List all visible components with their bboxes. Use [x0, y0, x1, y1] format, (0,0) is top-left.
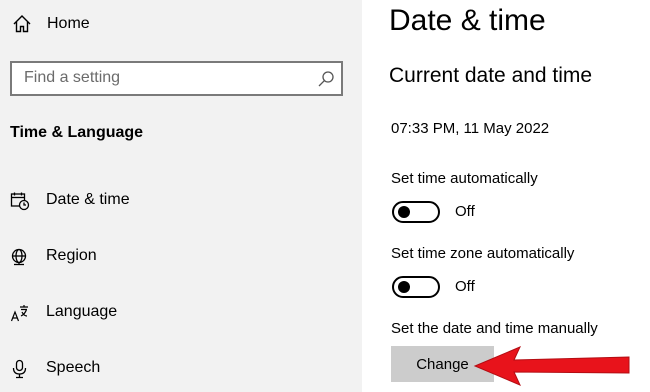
- date-time-icon: [10, 191, 30, 211]
- set-time-zone-automatically-label: Set time zone automatically: [391, 245, 575, 262]
- language-icon: [10, 303, 30, 323]
- set-time-automatically-label: Set time automatically: [391, 170, 538, 187]
- sidebar-item-label: Language: [46, 303, 118, 320]
- main-panel: Date & time Current date and time 07:33 …: [362, 0, 650, 392]
- sidebar-item-region[interactable]: Region: [0, 237, 362, 277]
- sidebar: Home Find a setting Time & Language Date…: [0, 0, 362, 392]
- page-title: Date & time: [389, 4, 546, 37]
- set-date-time-manually-label: Set the date and time manually: [391, 320, 598, 337]
- current-datetime: 07:33 PM, 11 May 2022: [391, 120, 550, 137]
- home-label: Home: [47, 15, 90, 32]
- sidebar-item-home[interactable]: Home: [0, 6, 362, 42]
- sidebar-item-speech[interactable]: Speech: [0, 349, 362, 389]
- sidebar-item-language[interactable]: Language: [0, 293, 362, 333]
- search-input[interactable]: Find a setting: [10, 61, 343, 96]
- microphone-icon: [10, 359, 30, 379]
- toggle-knob: [398, 281, 410, 293]
- set-time-automatically-toggle[interactable]: [392, 201, 440, 223]
- sidebar-item-label: Region: [46, 247, 97, 264]
- section-title: Time & Language: [10, 124, 144, 141]
- red-arrow-annotation: [473, 346, 630, 386]
- sidebar-item-label: Speech: [46, 359, 101, 376]
- search-icon[interactable]: [317, 70, 335, 88]
- search-placeholder: Find a setting: [24, 69, 121, 86]
- toggle-knob: [398, 206, 410, 218]
- home-icon: [12, 14, 32, 34]
- sidebar-item-label: Date & time: [46, 191, 130, 208]
- set-time-zone-automatically-state: Off: [455, 278, 475, 295]
- sidebar-item-date-time[interactable]: Date & time: [0, 181, 362, 221]
- section-heading: Current date and time: [389, 64, 593, 87]
- set-time-automatically-state: Off: [455, 203, 475, 220]
- globe-icon: [10, 247, 30, 267]
- set-time-zone-automatically-toggle[interactable]: [392, 276, 440, 298]
